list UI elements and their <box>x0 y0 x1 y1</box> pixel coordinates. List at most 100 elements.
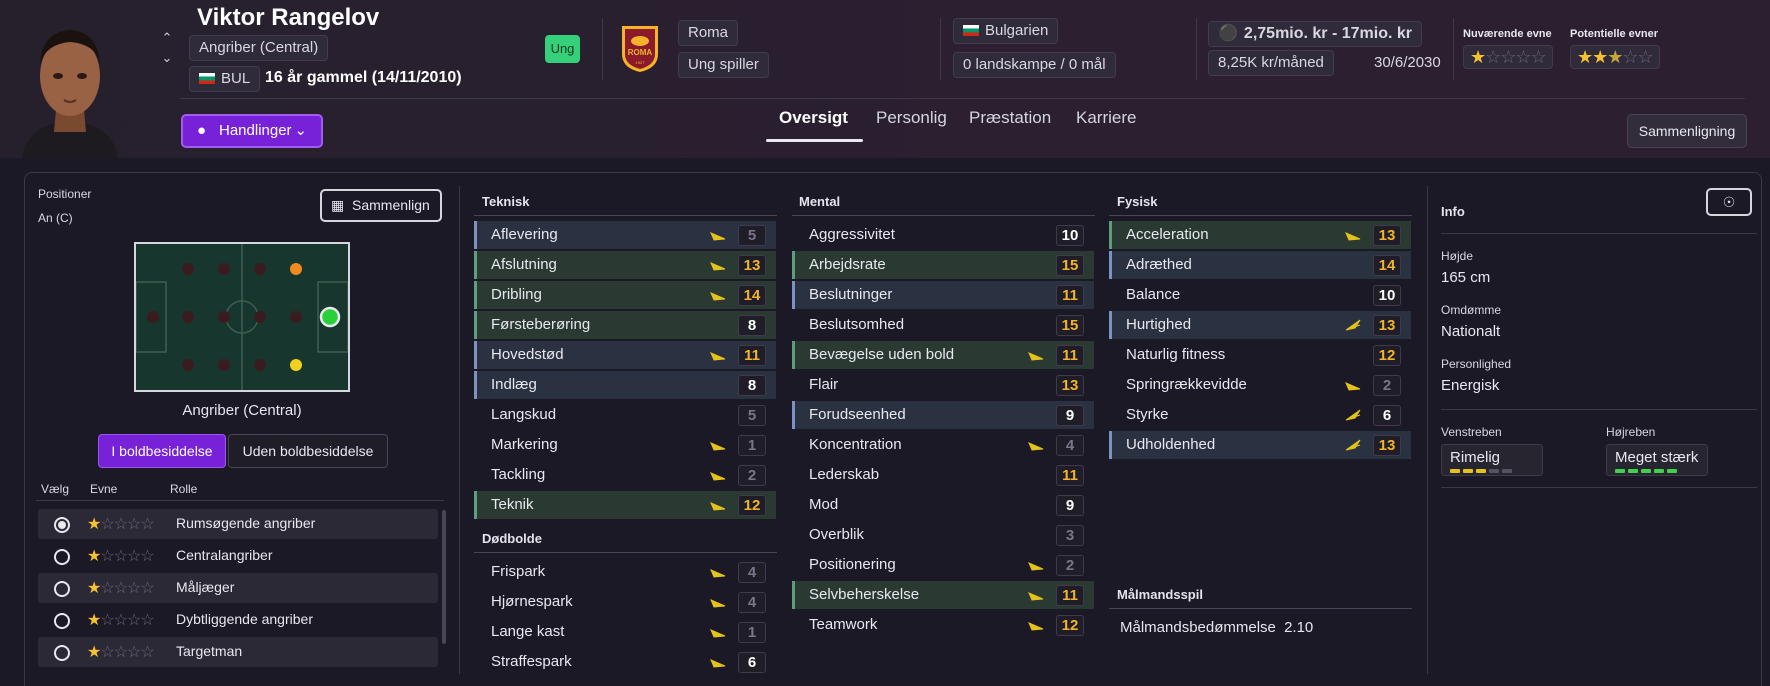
role-stars: ★☆☆☆☆ <box>87 612 155 629</box>
attribute-row-selvbeherskelse[interactable]: Selvbeherskelse 11 <box>792 581 1094 609</box>
attribute-row-straffespark[interactable]: Straffespark 6 <box>474 648 776 676</box>
attribute-row-positionering[interactable]: Positionering 2 <box>792 551 1094 579</box>
attribute-row-lange-kast[interactable]: Lange kast 1 <box>474 618 776 646</box>
foot-level-dash <box>1476 469 1486 473</box>
chevron-down-icon: ⌄ <box>294 122 307 139</box>
tab-karriere[interactable]: Karriere <box>1076 108 1136 128</box>
attribute-row-aggressivitet[interactable]: Aggressivitet 10 <box>792 221 1094 249</box>
attribute-row-bev-gelse-uden-bold[interactable]: Bevægelse uden bold 11 <box>792 341 1094 369</box>
attribute-value: 10 <box>1373 285 1401 306</box>
compare-button[interactable]: Sammenligning <box>1627 114 1747 148</box>
improve-arrow-icon <box>1028 622 1044 631</box>
club-logo[interactable]: ROMA 1927 <box>620 24 660 74</box>
attribute-row-styrke[interactable]: Styrke 6 <box>1109 401 1411 429</box>
role-row-centralangriber[interactable]: ★☆☆☆☆ Centralangriber <box>38 541 438 571</box>
column-divider <box>459 186 460 674</box>
role-row-dybtliggende-angriber[interactable]: ★☆☆☆☆ Dybtliggende angriber <box>38 605 438 635</box>
attribute-name: Aggressivitet <box>809 226 895 243</box>
previous-player-icon[interactable]: ⌃ <box>158 30 176 45</box>
attribute-row-forudseenhed[interactable]: Forudseenhed 9 <box>792 401 1094 429</box>
attribute-row-beslutninger[interactable]: Beslutninger 11 <box>792 281 1094 309</box>
attribute-row-aflevering[interactable]: Aflevering 5 <box>474 221 776 249</box>
attribute-name: Adræthed <box>1126 256 1192 273</box>
attribute-name: Lange kast <box>491 623 565 640</box>
setpieces-title: Dødbolde <box>482 531 542 546</box>
attribute-row-tackling[interactable]: Tackling 2 <box>474 461 776 489</box>
wage-text: 8,25K kr/måned <box>1218 54 1324 71</box>
attribute-row-markering[interactable]: Markering 1 <box>474 431 776 459</box>
column-divider <box>1427 186 1428 674</box>
attribute-name: Hjørnespark <box>491 593 573 610</box>
attribute-row-teamwork[interactable]: Teamwork 12 <box>792 611 1094 639</box>
attribute-row-beslutsomhed[interactable]: Beslutsomhed 15 <box>792 311 1094 339</box>
attribute-row-frispark[interactable]: Frispark 4 <box>474 558 776 586</box>
country-chip[interactable]: Bulgarien <box>953 18 1059 44</box>
tab-personlig[interactable]: Personlig <box>876 108 947 128</box>
attribute-value: 15 <box>1056 255 1084 276</box>
attribute-row-lederskab[interactable]: Lederskab 11 <box>792 461 1094 489</box>
attribute-row-afslutning[interactable]: Afslutning 13 <box>474 251 776 279</box>
roles-select-header: Vælg <box>41 482 70 496</box>
attribute-row-hovedst-d[interactable]: Hovedstød 11 <box>474 341 776 369</box>
role-radio[interactable] <box>54 581 70 597</box>
attribute-name: Arbejdsrate <box>809 256 886 273</box>
role-radio[interactable] <box>54 549 70 565</box>
attribute-value: 3 <box>1056 525 1084 546</box>
attribute-row-udholdenhed[interactable]: Udholdenhed 13 <box>1109 431 1411 459</box>
attribute-row-adr-thed[interactable]: Adræthed 14 <box>1109 251 1411 279</box>
roles-divider <box>36 500 444 501</box>
roles-scrollbar[interactable] <box>442 510 446 644</box>
height-value: 165 cm <box>1441 269 1491 286</box>
attribute-value: 13 <box>1373 225 1401 246</box>
highlight-bar <box>474 491 477 519</box>
attribute-row-dribling[interactable]: Dribling 14 <box>474 281 776 309</box>
attribute-name: Bevægelse uden bold <box>809 346 955 363</box>
tab-oversigt[interactable]: Oversigt <box>779 108 848 128</box>
improve-arrow-icon <box>1028 562 1044 571</box>
club-logo-text: ROMA <box>628 48 653 57</box>
role-row-rums-gende-angriber[interactable]: ★☆☆☆☆ Rumsøgende angriber <box>38 509 438 539</box>
position-name: Angriber (Central) <box>182 402 302 419</box>
attribute-row-flair[interactable]: Flair 13 <box>792 371 1094 399</box>
attribute-row-hurtighed[interactable]: Hurtighed 13 <box>1109 311 1411 339</box>
attribute-row-overblik[interactable]: Overblik 3 <box>792 521 1094 549</box>
improve-arrow-icon <box>710 659 726 668</box>
position-compare-button[interactable]: ▦ Sammenlign <box>320 189 442 222</box>
attribute-name: Forudseenhed <box>809 406 906 423</box>
role-row-ma-lj-ger[interactable]: ★☆☆☆☆ Måljæger <box>38 573 438 603</box>
role-radio[interactable] <box>54 645 70 661</box>
personality-value: Energisk <box>1441 377 1500 394</box>
attribute-row-acceleration[interactable]: Acceleration 13 <box>1109 221 1411 249</box>
info-settings-icon[interactable]: ☉ <box>1706 188 1752 216</box>
attribute-value: 14 <box>1373 255 1401 276</box>
attribute-row-hj-rnespark[interactable]: Hjørnespark 4 <box>474 588 776 616</box>
attribute-row-f-rsteber-ring[interactable]: Førsteberøring 8 <box>474 311 776 339</box>
attribute-row-mod[interactable]: Mod 9 <box>792 491 1094 519</box>
attribute-row-teknik[interactable]: Teknik 12 <box>474 491 776 519</box>
attribute-row-koncentration[interactable]: Koncentration 4 <box>792 431 1094 459</box>
highlight-bar <box>792 251 795 279</box>
attribute-row-langskud[interactable]: Langskud 5 <box>474 401 776 429</box>
attribute-name: Balance <box>1126 286 1181 303</box>
role-row-targetman[interactable]: ★☆☆☆☆ Targetman <box>38 637 438 667</box>
tab-praestation[interactable]: Præstation <box>969 108 1051 128</box>
attribute-row-arbejdsrate[interactable]: Arbejdsrate 15 <box>792 251 1094 279</box>
club-name[interactable]: Roma <box>678 20 739 46</box>
attribute-name: Langskud <box>491 406 557 423</box>
personality-label: Personlighed <box>1441 357 1512 371</box>
next-player-icon[interactable]: ⌄ <box>158 50 176 65</box>
role-radio[interactable] <box>54 613 70 629</box>
attribute-row-naturlig-fitness[interactable]: Naturlig fitness 12 <box>1109 341 1411 369</box>
attribute-row-springr-kkevidde[interactable]: Springrækkevidde 2 <box>1109 371 1411 399</box>
price-tag-icon: ⚫ <box>1218 25 1238 42</box>
attribute-name: Indlæg <box>491 376 537 393</box>
height-label: Højde <box>1441 249 1474 263</box>
actions-button[interactable]: ● Handlinger ⌄ <box>181 114 323 148</box>
attribute-row-indl-g[interactable]: Indlæg 8 <box>474 371 776 399</box>
actions-button-label: Handlinger <box>219 122 292 139</box>
attribute-row-balance[interactable]: Balance 10 <box>1109 281 1411 309</box>
out-possession-button[interactable]: Uden boldbesiddelse <box>228 434 388 468</box>
role-radio[interactable] <box>54 517 70 533</box>
in-possession-button[interactable]: I boldbesiddelse <box>98 434 226 468</box>
caps-chip: 0 landskampe / 0 mål <box>953 52 1116 78</box>
